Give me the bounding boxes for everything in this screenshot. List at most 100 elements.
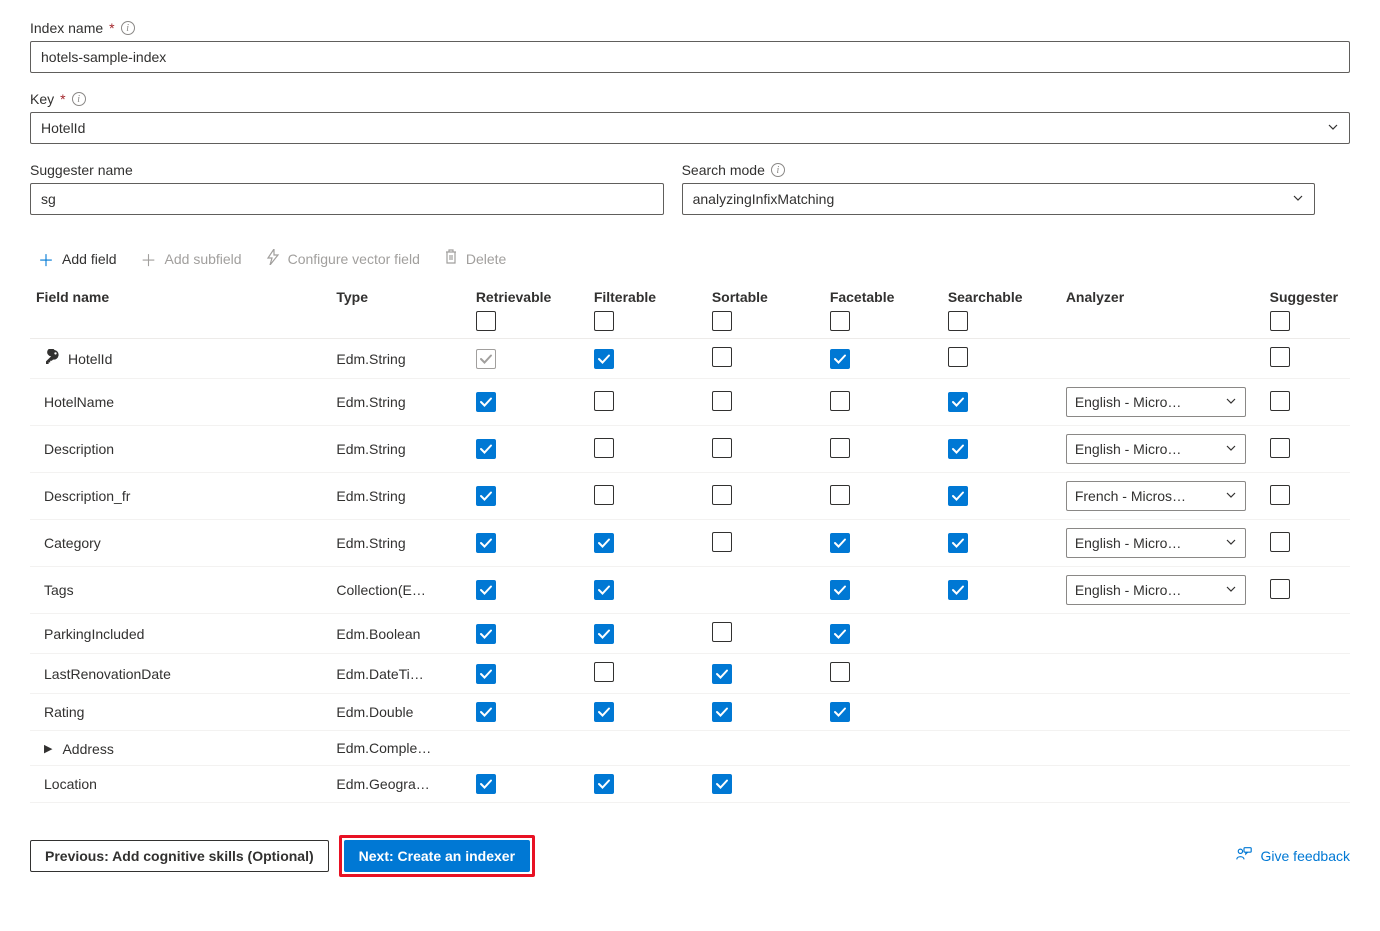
sortable-checkbox[interactable] bbox=[712, 532, 732, 552]
retrievable-header-checkbox[interactable] bbox=[476, 311, 496, 331]
filterable-checkbox[interactable] bbox=[594, 662, 614, 682]
retrievable-checkbox[interactable] bbox=[476, 774, 496, 794]
retrievable-checkbox[interactable] bbox=[476, 664, 496, 684]
searchable-checkbox[interactable] bbox=[948, 392, 968, 412]
retrievable-checkbox[interactable] bbox=[476, 486, 496, 506]
key-select[interactable]: HotelId bbox=[30, 112, 1350, 144]
suggester-header-checkbox[interactable] bbox=[1270, 311, 1290, 331]
filterable-header-checkbox[interactable] bbox=[594, 311, 614, 331]
sortable-checkbox[interactable] bbox=[712, 485, 732, 505]
filterable-checkbox[interactable] bbox=[594, 533, 614, 553]
analyzer-select[interactable]: English - Micro… bbox=[1066, 575, 1246, 605]
sortable-checkbox[interactable] bbox=[712, 622, 732, 642]
sortable-checkbox[interactable] bbox=[712, 347, 732, 367]
searchable-checkbox[interactable] bbox=[948, 533, 968, 553]
plus-icon: ＋ bbox=[141, 247, 157, 271]
suggester-checkbox[interactable] bbox=[1270, 485, 1290, 505]
filterable-checkbox[interactable] bbox=[594, 624, 614, 644]
suggester-name-input[interactable] bbox=[30, 183, 664, 215]
delete-button: Delete bbox=[444, 249, 506, 270]
next-button[interactable]: Next: Create an indexer bbox=[344, 840, 530, 872]
searchable-checkbox[interactable] bbox=[948, 486, 968, 506]
table-row: RatingEdm.Double bbox=[30, 694, 1350, 731]
sortable-header-checkbox[interactable] bbox=[712, 311, 732, 331]
field-type: Edm.String bbox=[336, 394, 405, 410]
field-name: Description_fr bbox=[36, 488, 130, 504]
index-name-input[interactable] bbox=[30, 41, 1350, 73]
wizard-footer: Previous: Add cognitive skills (Optional… bbox=[30, 831, 1350, 877]
retrievable-checkbox[interactable] bbox=[476, 580, 496, 600]
facetable-checkbox[interactable] bbox=[830, 485, 850, 505]
info-icon[interactable]: i bbox=[72, 92, 86, 106]
filterable-checkbox[interactable] bbox=[594, 702, 614, 722]
search-mode-label: Search mode bbox=[682, 162, 765, 178]
field-type: Edm.String bbox=[336, 351, 405, 367]
sortable-checkbox[interactable] bbox=[712, 664, 732, 684]
analyzer-select[interactable]: English - Micro… bbox=[1066, 387, 1246, 417]
field-name: LastRenovationDate bbox=[36, 666, 171, 682]
suggester-checkbox[interactable] bbox=[1270, 347, 1290, 367]
person-feedback-icon bbox=[1235, 845, 1253, 866]
facetable-checkbox[interactable] bbox=[830, 624, 850, 644]
searchable-checkbox[interactable] bbox=[948, 580, 968, 600]
facetable-checkbox[interactable] bbox=[830, 662, 850, 682]
configure-vector-button: Configure vector field bbox=[266, 249, 420, 270]
analyzer-value: English - Micro… bbox=[1075, 582, 1182, 598]
field-type: Collection(E… bbox=[336, 582, 425, 598]
search-mode-select[interactable]: analyzingInfixMatching bbox=[682, 183, 1316, 215]
facetable-checkbox[interactable] bbox=[830, 349, 850, 369]
col-field-name: Field name bbox=[36, 289, 109, 305]
facetable-checkbox[interactable] bbox=[830, 533, 850, 553]
searchable-checkbox[interactable] bbox=[948, 347, 968, 367]
info-icon[interactable]: i bbox=[771, 163, 785, 177]
searchable-checkbox[interactable] bbox=[948, 439, 968, 459]
suggester-checkbox[interactable] bbox=[1270, 579, 1290, 599]
searchable-header-checkbox[interactable] bbox=[948, 311, 968, 331]
retrievable-checkbox[interactable] bbox=[476, 702, 496, 722]
add-field-button[interactable]: ＋ Add field bbox=[38, 247, 117, 271]
facetable-checkbox[interactable] bbox=[830, 580, 850, 600]
field-name: Rating bbox=[36, 704, 84, 720]
facetable-header-checkbox[interactable] bbox=[830, 311, 850, 331]
facetable-checkbox[interactable] bbox=[830, 391, 850, 411]
retrievable-checkbox[interactable] bbox=[476, 624, 496, 644]
filterable-checkbox[interactable] bbox=[594, 774, 614, 794]
retrievable-checkbox[interactable] bbox=[476, 533, 496, 553]
table-row: DescriptionEdm.StringEnglish - Micro… bbox=[30, 426, 1350, 473]
facetable-checkbox[interactable] bbox=[830, 702, 850, 722]
key-label: Key bbox=[30, 91, 54, 107]
table-row: Description_frEdm.StringFrench - Micros… bbox=[30, 473, 1350, 520]
retrievable-checkbox[interactable] bbox=[476, 439, 496, 459]
analyzer-select[interactable]: English - Micro… bbox=[1066, 528, 1246, 558]
field-type: Edm.String bbox=[336, 441, 405, 457]
expand-icon[interactable]: ▶ bbox=[44, 742, 52, 755]
sortable-checkbox[interactable] bbox=[712, 391, 732, 411]
fields-toolbar: ＋ Add field ＋ Add subfield Configure vec… bbox=[30, 233, 1350, 281]
suggester-checkbox[interactable] bbox=[1270, 532, 1290, 552]
filterable-checkbox[interactable] bbox=[594, 391, 614, 411]
analyzer-value: English - Micro… bbox=[1075, 535, 1182, 551]
analyzer-select[interactable]: English - Micro… bbox=[1066, 434, 1246, 464]
suggester-checkbox[interactable] bbox=[1270, 438, 1290, 458]
give-feedback-link[interactable]: Give feedback bbox=[1235, 845, 1351, 866]
required-asterisk: * bbox=[60, 91, 65, 107]
next-button-highlight: Next: Create an indexer bbox=[339, 835, 535, 877]
facetable-checkbox[interactable] bbox=[830, 438, 850, 458]
lightning-icon bbox=[266, 249, 280, 270]
filterable-checkbox[interactable] bbox=[594, 438, 614, 458]
retrievable-checkbox[interactable] bbox=[476, 392, 496, 412]
table-row: LastRenovationDateEdm.DateTi… bbox=[30, 654, 1350, 694]
filterable-checkbox[interactable] bbox=[594, 485, 614, 505]
field-name: Tags bbox=[36, 582, 74, 598]
analyzer-select[interactable]: French - Micros… bbox=[1066, 481, 1246, 511]
suggester-checkbox[interactable] bbox=[1270, 391, 1290, 411]
sortable-checkbox[interactable] bbox=[712, 702, 732, 722]
filterable-checkbox[interactable] bbox=[594, 349, 614, 369]
analyzer-value: French - Micros… bbox=[1075, 488, 1186, 504]
previous-button[interactable]: Previous: Add cognitive skills (Optional… bbox=[30, 840, 329, 872]
sortable-checkbox[interactable] bbox=[712, 774, 732, 794]
sortable-checkbox[interactable] bbox=[712, 438, 732, 458]
table-row: HotelNameEdm.StringEnglish - Micro… bbox=[30, 379, 1350, 426]
info-icon[interactable]: i bbox=[121, 21, 135, 35]
filterable-checkbox[interactable] bbox=[594, 580, 614, 600]
